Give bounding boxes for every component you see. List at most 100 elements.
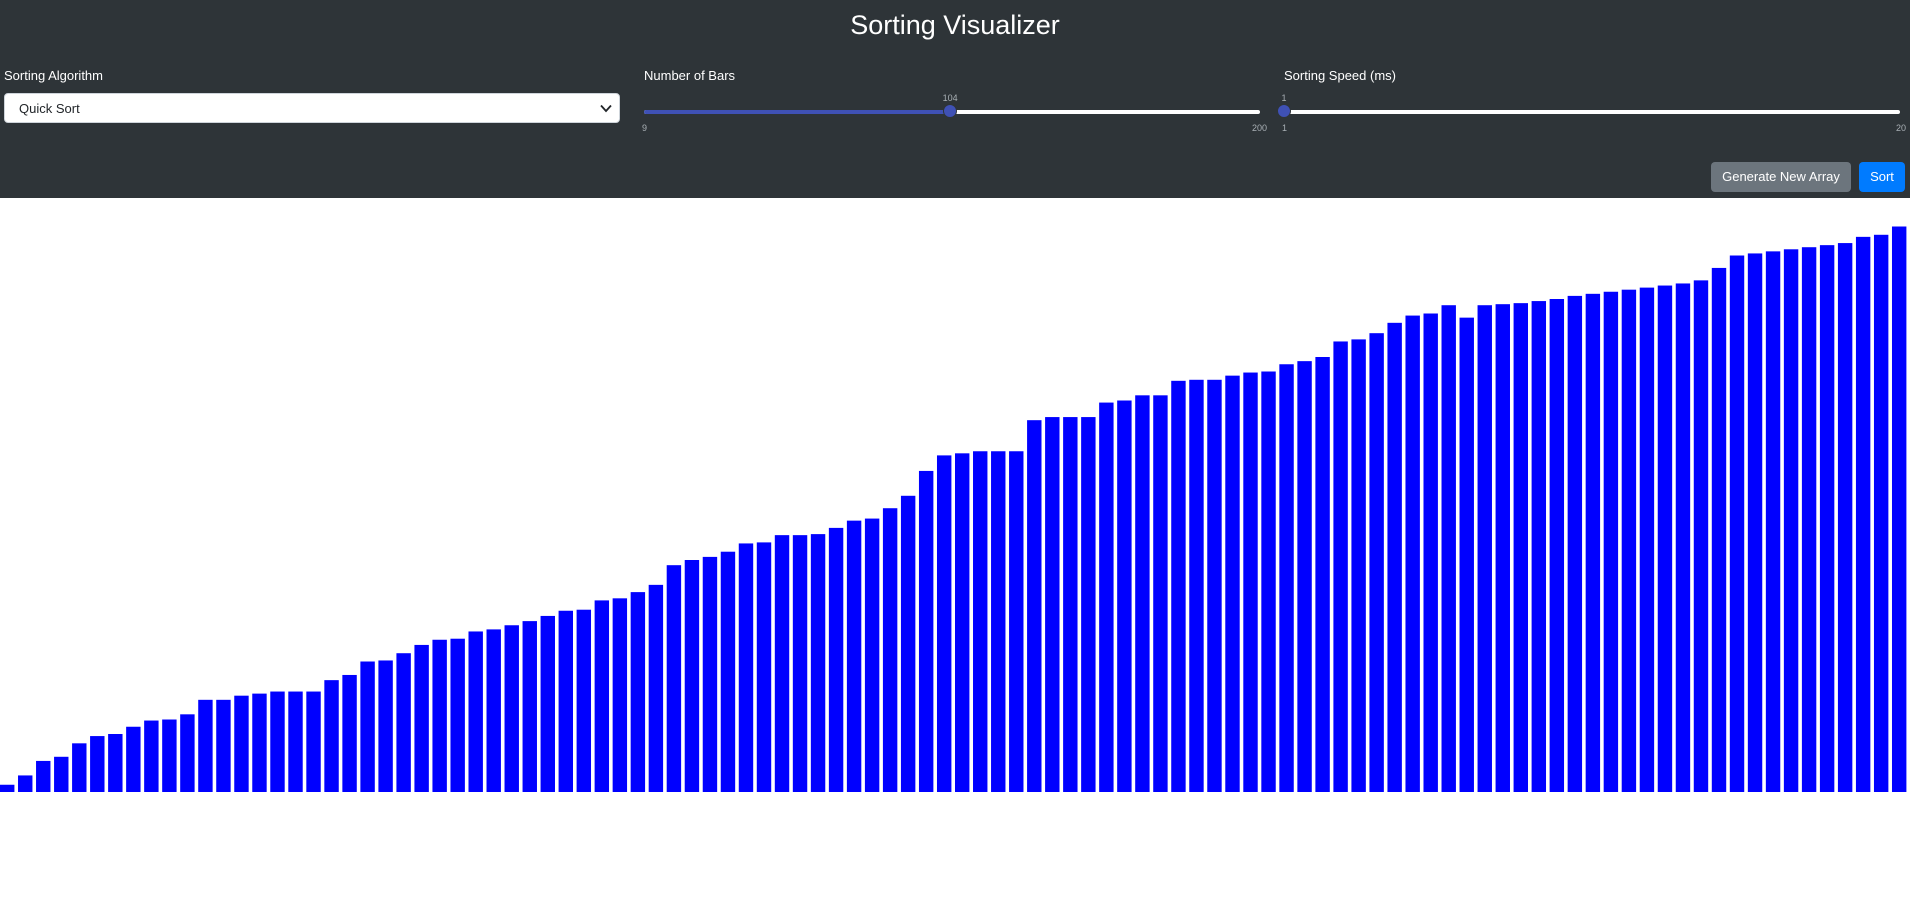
speed-slider[interactable]	[1277, 104, 1900, 118]
bar	[1063, 417, 1078, 792]
algorithm-select-value: Quick Sort	[19, 101, 80, 116]
bar	[1297, 361, 1312, 792]
bar	[396, 653, 411, 792]
app-title: Sorting Visualizer	[850, 10, 1060, 40]
bar	[1009, 451, 1024, 792]
bar	[846, 520, 862, 792]
bar	[144, 720, 159, 792]
bar	[450, 638, 465, 792]
bar	[612, 598, 628, 792]
bar	[955, 453, 970, 792]
speed-slider-thumb[interactable]	[1277, 104, 1291, 118]
bar	[576, 609, 592, 792]
bar	[1459, 317, 1474, 792]
bar	[1675, 283, 1691, 792]
bar	[918, 470, 934, 792]
bar	[1765, 251, 1781, 792]
bar	[1891, 226, 1907, 792]
bar	[1423, 313, 1438, 792]
bar	[630, 592, 646, 792]
bar	[1261, 371, 1276, 792]
header-bar: Sorting Visualizer Sorting Algorithm Qui…	[0, 0, 1910, 198]
bar	[828, 527, 844, 792]
bar	[1225, 375, 1240, 792]
bar	[864, 518, 880, 792]
bar	[1531, 301, 1547, 792]
bar	[1315, 357, 1330, 792]
bar	[1171, 380, 1186, 792]
bar	[1567, 295, 1583, 792]
bar	[1585, 293, 1601, 792]
bar	[738, 543, 754, 792]
bar	[1639, 287, 1655, 792]
bars-slider[interactable]	[644, 104, 1260, 118]
generate-new-array-button[interactable]: Generate New Array	[1711, 162, 1851, 192]
bar	[18, 775, 33, 792]
bar	[1153, 395, 1168, 792]
speed-min-value: 1	[1282, 123, 1288, 133]
bar	[1657, 285, 1673, 792]
algorithm-select[interactable]: Quick Sort	[4, 93, 620, 123]
bar	[324, 680, 339, 792]
bar	[1045, 417, 1060, 792]
bar	[648, 584, 664, 792]
bar	[720, 551, 736, 792]
bar	[1387, 322, 1402, 792]
bar	[216, 699, 231, 792]
bar	[36, 760, 51, 792]
bar	[1189, 379, 1204, 792]
bar	[594, 600, 610, 792]
bar	[1513, 303, 1528, 792]
bar	[342, 674, 357, 792]
bar	[1081, 417, 1096, 792]
bar	[882, 508, 898, 792]
bar	[378, 660, 393, 792]
bar	[558, 610, 573, 792]
bar	[1837, 243, 1853, 792]
bars-current-value: 104	[942, 93, 958, 103]
bar	[1405, 315, 1420, 792]
bar	[1333, 341, 1348, 792]
bar	[288, 691, 303, 792]
bar	[774, 535, 790, 792]
bar	[270, 691, 285, 792]
bar	[486, 629, 501, 792]
bar	[1135, 395, 1150, 792]
bar	[1549, 299, 1565, 792]
algorithm-label: Sorting Algorithm	[4, 68, 103, 83]
bars-label: Number of Bars	[644, 68, 736, 83]
bars-slider-thumb[interactable]	[943, 104, 958, 118]
chevron-down-icon	[600, 104, 612, 113]
bar	[1693, 280, 1709, 792]
sort-button[interactable]: Sort	[1859, 162, 1905, 192]
bars-max-value: 200	[1252, 123, 1268, 133]
bar	[1117, 400, 1132, 792]
bar	[1783, 249, 1799, 792]
bar	[468, 631, 483, 792]
bar	[252, 693, 267, 792]
bar	[756, 542, 772, 792]
bar	[1027, 420, 1042, 792]
bar	[1747, 253, 1763, 792]
bar	[504, 625, 519, 792]
bars-chart	[0, 226, 1907, 792]
bar	[1729, 255, 1745, 792]
bar	[432, 639, 447, 792]
bars-min-value: 9	[642, 123, 648, 133]
bar	[72, 743, 87, 792]
bar	[1621, 289, 1637, 792]
bar	[162, 719, 177, 792]
bars-slider-fill	[644, 110, 951, 114]
speed-label: Sorting Speed (ms)	[1284, 68, 1396, 83]
speed-current-value: 1	[1281, 93, 1287, 103]
bar	[414, 644, 429, 792]
bar	[991, 451, 1006, 792]
bar	[1279, 364, 1294, 792]
bar	[1855, 236, 1871, 792]
bar	[1441, 305, 1456, 792]
bar	[900, 495, 916, 792]
bar	[792, 535, 808, 792]
bar	[90, 736, 105, 792]
bar	[1495, 304, 1510, 792]
bar	[1603, 291, 1619, 792]
